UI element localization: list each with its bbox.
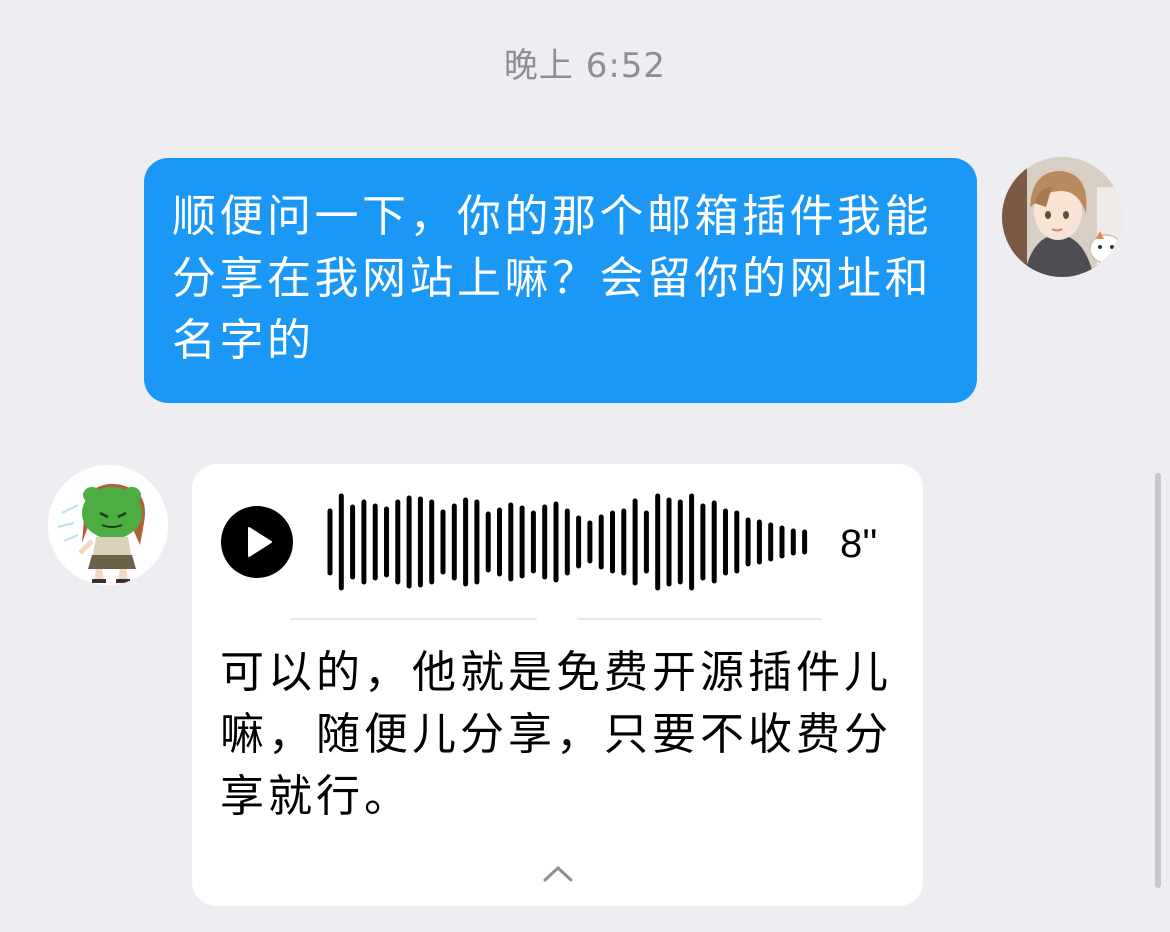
audio-waveform-icon[interactable]	[326, 492, 826, 592]
anime-boy-avatar-icon	[1002, 157, 1122, 277]
contact-avatar[interactable]	[48, 465, 168, 585]
sent-message-text: 顺便问一下，你的那个邮箱插件我能分享在我网站上嘛？会留你的网址和名字的	[172, 191, 932, 366]
scrollbar[interactable]	[1155, 473, 1161, 888]
voice-transcript-text: 可以的，他就是免费开源插件儿嘛，随便儿分享，只要不收费分享就行。	[220, 647, 892, 822]
play-icon	[248, 527, 272, 557]
my-avatar[interactable]	[1002, 157, 1122, 277]
chat-timestamp: 晚上 6:52	[503, 46, 667, 86]
frog-hat-girl-avatar-icon	[48, 465, 168, 585]
sent-message-bubble[interactable]: 顺便问一下，你的那个邮箱插件我能分享在我网站上嘛？会留你的网址和名字的	[144, 158, 977, 403]
received-voice-bubble[interactable]: 8'' 可以的，他就是免费开源插件儿嘛，随便儿分享，只要不收费分享就行。	[192, 464, 923, 906]
divider	[577, 618, 822, 620]
chevron-up-icon[interactable]	[541, 862, 575, 884]
voice-duration: 8''	[840, 522, 878, 566]
divider	[290, 618, 537, 620]
play-button[interactable]	[221, 506, 293, 578]
